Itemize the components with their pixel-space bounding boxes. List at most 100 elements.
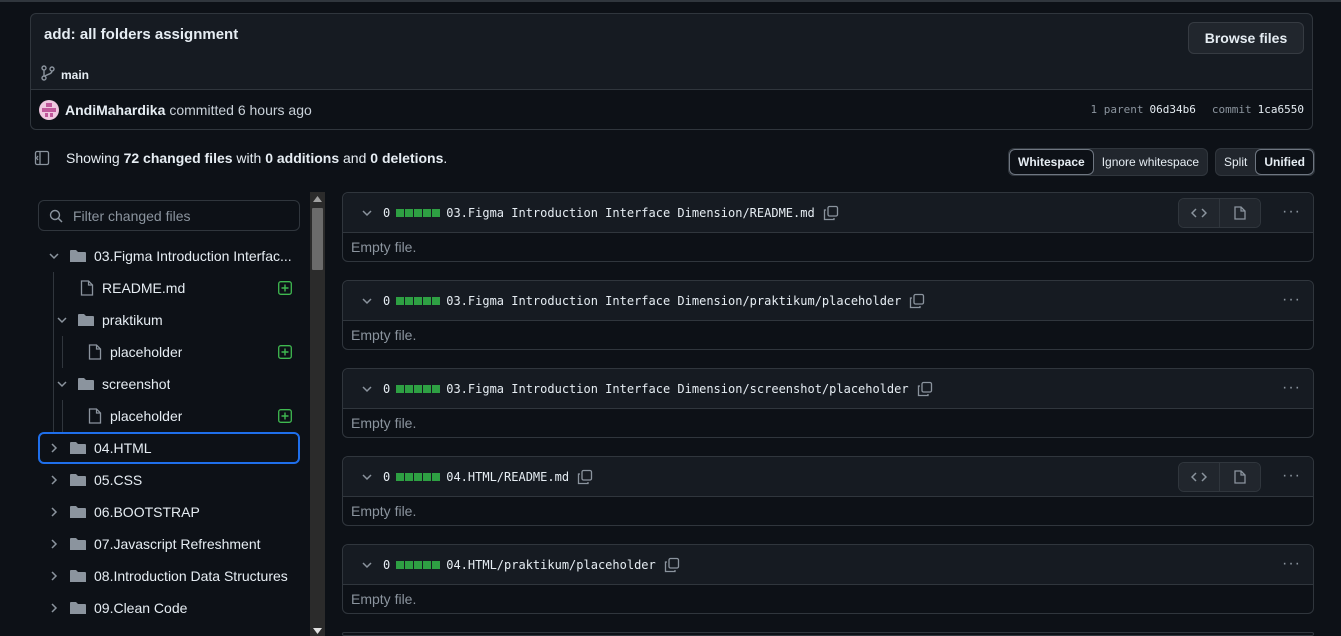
folder-icon	[70, 538, 86, 550]
folder-icon	[70, 506, 86, 518]
author-link[interactable]: AndiMahardika	[65, 102, 165, 118]
tree-item-label: README.md	[102, 280, 186, 296]
file-diff: 0 03.Figma Introduction Interface Dimens…	[342, 192, 1314, 262]
code-view-icon[interactable]	[1179, 463, 1219, 491]
chevron-down-icon[interactable]	[361, 295, 373, 307]
scroll-down-arrow-icon[interactable]	[313, 628, 322, 634]
tree-item-label: praktikum	[102, 312, 163, 328]
empty-file-text: Empty file.	[351, 327, 417, 343]
chevron-down-icon[interactable]	[361, 207, 373, 219]
tree-item-label: 06.BOOTSTRAP	[94, 504, 200, 520]
filter-changed-files[interactable]	[38, 200, 300, 231]
file-icon	[80, 280, 94, 296]
filter-input[interactable]	[71, 206, 285, 225]
tree-folder-screenshot[interactable]: screenshot	[38, 368, 300, 400]
scroll-thumb[interactable]	[312, 208, 323, 270]
tree-folder-08-data-structures[interactable]: 08.Introduction Data Structures	[38, 560, 300, 592]
avatar[interactable]	[39, 99, 59, 120]
more-options-icon[interactable]: ···	[1282, 291, 1301, 309]
diff-body: Empty file.	[343, 585, 1313, 613]
tree-folder-03-figma[interactable]: 03.Figma Introduction Interfac...	[38, 240, 300, 272]
split-view-button[interactable]: Split	[1216, 149, 1255, 175]
chevron-down-icon[interactable]	[361, 559, 373, 571]
tree-file-readme[interactable]: README.md	[38, 272, 300, 304]
tree-item-label: 04.HTML	[94, 440, 152, 456]
diff-body: Empty file.	[343, 497, 1313, 525]
tree-item-label: 05.CSS	[94, 472, 143, 488]
commit-sha[interactable]: 1ca6550	[1258, 103, 1304, 116]
more-options-icon[interactable]: ···	[1282, 379, 1301, 397]
diff-line-count: 0	[383, 293, 391, 308]
chevron-down-icon	[57, 381, 67, 388]
copy-path-icon[interactable]	[917, 381, 933, 397]
browse-files-button[interactable]: Browse files	[1188, 22, 1304, 54]
whitespace-toggle: Whitespace Ignore whitespace	[1008, 148, 1209, 176]
diff-summary: Showing 72 changed files with 0 addition…	[34, 150, 447, 166]
diff-line-count: 0	[383, 557, 391, 572]
tree-folder-06-bootstrap[interactable]: 06.BOOTSTRAP	[38, 496, 300, 528]
code-view-icon[interactable]	[1179, 199, 1219, 227]
chevron-down-icon[interactable]	[361, 471, 373, 483]
rich-view-icon[interactable]	[1219, 199, 1260, 227]
folder-icon	[70, 442, 86, 454]
copy-path-icon[interactable]	[577, 469, 593, 485]
tree-item-label: 09.Clean Code	[94, 600, 188, 616]
summary-and: and	[343, 150, 367, 166]
scroll-up-arrow-icon[interactable]	[313, 196, 322, 202]
summary-prefix: Showing	[66, 150, 120, 166]
tree-item-label: 03.Figma Introduction Interfac...	[94, 248, 292, 264]
tree-item-label: screenshot	[102, 376, 171, 392]
tree-item-label: placeholder	[110, 344, 183, 360]
parent-sha-link[interactable]: 06d34b6	[1150, 103, 1196, 116]
more-options-icon[interactable]: ···	[1282, 467, 1301, 485]
tree-folder-09-clean-code[interactable]: 09.Clean Code	[38, 592, 300, 624]
diff-file-path[interactable]: 04.HTML/praktikum/placeholder	[446, 558, 656, 572]
ignore-whitespace-button[interactable]: Ignore whitespace	[1094, 149, 1207, 175]
tree-folder-04-html[interactable]: 04.HTML	[38, 432, 300, 464]
commit-meta: AndiMahardika committed 6 hours ago 1 pa…	[31, 89, 1312, 129]
diff-body: Empty file.	[343, 409, 1313, 437]
branch-name: main	[61, 67, 90, 82]
tree-folder-07-javascript[interactable]: 07.Javascript Refreshment	[38, 528, 300, 560]
more-options-icon[interactable]: ···	[1282, 203, 1301, 221]
chevron-right-icon	[51, 539, 58, 549]
diff-file-path[interactable]: 04.HTML/README.md	[446, 470, 569, 484]
tree-file-placeholder[interactable]: placeholder	[38, 336, 300, 368]
chevron-right-icon	[51, 475, 58, 485]
chevron-down-icon[interactable]	[361, 383, 373, 395]
file-diff	[342, 632, 1314, 636]
copy-path-icon[interactable]	[909, 293, 925, 309]
commit-title: add: all folders assignment	[44, 26, 239, 43]
file-tree-scrollbar[interactable]	[310, 192, 325, 636]
diff-file-path[interactable]: 03.Figma Introduction Interface Dimensio…	[446, 382, 908, 396]
summary-period: .	[443, 150, 448, 166]
view-mode-toggle: Split Unified	[1215, 148, 1316, 176]
unified-view-button[interactable]: Unified	[1255, 149, 1315, 175]
diff-body: Empty file.	[343, 233, 1313, 261]
tree-folder-05-css[interactable]: 05.CSS	[38, 464, 300, 496]
diff-line-count: 0	[383, 205, 391, 220]
chevron-down-icon	[49, 253, 59, 260]
changed-files-count: 72 changed files	[123, 150, 233, 166]
copy-path-icon[interactable]	[664, 557, 680, 573]
rich-view-icon[interactable]	[1219, 463, 1260, 491]
diff-file-path[interactable]: 03.Figma Introduction Interface Dimensio…	[446, 206, 814, 220]
parent-label: 1 parent	[1090, 103, 1144, 116]
chevron-right-icon	[51, 571, 58, 581]
view-toggle	[1178, 462, 1261, 492]
sidebar-toggle-icon[interactable]	[34, 150, 50, 166]
whitespace-button[interactable]: Whitespace	[1009, 149, 1094, 175]
tree-folder-praktikum[interactable]: praktikum	[38, 304, 300, 336]
copy-path-icon[interactable]	[823, 205, 839, 221]
diff-file-path[interactable]: 03.Figma Introduction Interface Dimensio…	[446, 294, 901, 308]
folder-icon	[70, 250, 86, 262]
branch-indicator[interactable]: main	[41, 65, 89, 84]
chevron-right-icon	[51, 443, 58, 453]
tree-file-placeholder[interactable]: placeholder	[38, 400, 300, 432]
diff-header: 0 04.HTML/README.md ···	[343, 457, 1313, 497]
folder-icon	[70, 570, 86, 582]
tree-item-label: 08.Introduction Data Structures	[94, 568, 288, 584]
file-icon	[88, 408, 102, 424]
more-options-icon[interactable]: ···	[1282, 555, 1301, 573]
diffstat-bars	[396, 472, 441, 481]
